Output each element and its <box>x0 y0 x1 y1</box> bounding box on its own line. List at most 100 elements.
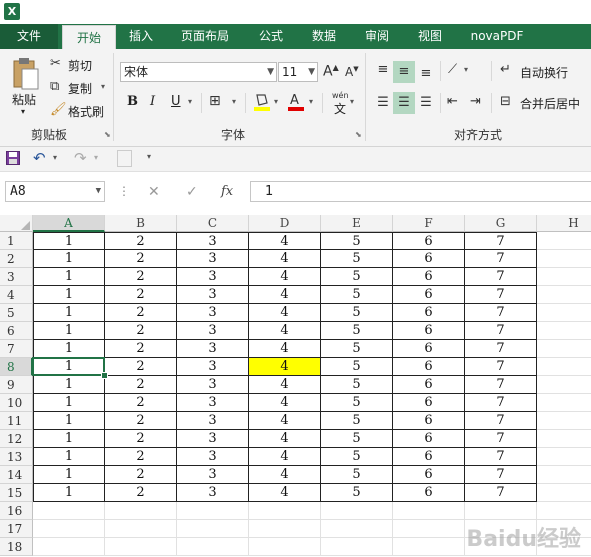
cell[interactable]: 6 <box>393 412 465 430</box>
cell[interactable] <box>321 502 393 520</box>
cell[interactable]: 3 <box>177 376 249 394</box>
cell[interactable]: 3 <box>177 448 249 466</box>
cell[interactable] <box>249 520 321 538</box>
cell[interactable]: 5 <box>321 412 393 430</box>
cell[interactable]: 2 <box>105 376 177 394</box>
align-right-icon[interactable]: ☰ <box>416 92 436 114</box>
row-header[interactable]: 7 <box>0 340 33 358</box>
cell[interactable] <box>249 502 321 520</box>
row-header[interactable]: 4 <box>0 286 33 304</box>
cell[interactable]: 5 <box>321 286 393 304</box>
chevron-down-icon[interactable]: ▼ <box>96 182 101 201</box>
cell[interactable] <box>537 466 591 484</box>
cell[interactable]: 7 <box>465 412 537 430</box>
cell[interactable] <box>393 520 465 538</box>
decrease-indent-icon[interactable]: ⇤ <box>447 94 458 109</box>
chevron-down-icon[interactable]: ▼ <box>308 63 315 81</box>
phonetic-label[interactable]: wén <box>332 91 349 100</box>
copy-dropdown-icon[interactable]: ▾ <box>101 82 105 91</box>
wrap-text-icon[interactable]: ↵ <box>500 62 511 77</box>
cell[interactable]: 1 <box>33 286 105 304</box>
cell[interactable] <box>33 520 105 538</box>
row-header[interactable]: 11 <box>0 412 33 430</box>
cell[interactable]: 6 <box>393 448 465 466</box>
tab-item[interactable]: 插入 <box>118 24 164 49</box>
merge-center-button[interactable]: 合并后居中 <box>520 95 580 112</box>
column-header[interactable]: C <box>177 215 249 232</box>
copy-button[interactable]: 复制 <box>68 80 92 97</box>
select-all-corner[interactable] <box>0 215 33 232</box>
cell[interactable]: 3 <box>177 394 249 412</box>
cell[interactable] <box>321 538 393 556</box>
cell[interactable] <box>177 520 249 538</box>
cell[interactable]: 6 <box>393 358 465 376</box>
align-top-icon[interactable]: ≡ <box>373 61 393 83</box>
cell[interactable]: 1 <box>33 394 105 412</box>
cell[interactable]: 3 <box>177 322 249 340</box>
cell[interactable] <box>33 502 105 520</box>
fill-color-dropdown-icon[interactable]: ▾ <box>274 97 278 106</box>
cell[interactable]: 2 <box>105 466 177 484</box>
tab-item[interactable]: 公式 <box>246 24 296 49</box>
cell[interactable]: 3 <box>177 304 249 322</box>
cell[interactable]: 3 <box>177 412 249 430</box>
cell[interactable]: 4 <box>249 232 321 250</box>
cell[interactable]: 7 <box>465 466 537 484</box>
cell[interactable]: 4 <box>249 376 321 394</box>
cell[interactable]: 7 <box>465 358 537 376</box>
column-header[interactable]: G <box>465 215 537 232</box>
cell[interactable]: 6 <box>393 322 465 340</box>
cell[interactable]: 5 <box>321 484 393 502</box>
row-header[interactable]: 5 <box>0 304 33 322</box>
cell[interactable]: 2 <box>105 268 177 286</box>
paste-icon[interactable] <box>10 57 40 91</box>
cell[interactable]: 6 <box>393 394 465 412</box>
cell[interactable] <box>249 538 321 556</box>
tab-item[interactable]: 视图 <box>404 24 456 49</box>
cell[interactable]: 3 <box>177 430 249 448</box>
cell[interactable]: 1 <box>33 430 105 448</box>
font-size-combo[interactable]: 11 ▼ <box>278 62 318 82</box>
tab-item[interactable]: 页面布局 <box>166 24 244 49</box>
cell[interactable]: 5 <box>321 430 393 448</box>
cell[interactable]: 3 <box>177 358 249 376</box>
bold-button[interactable]: B <box>127 94 138 109</box>
cell[interactable]: 2 <box>105 484 177 502</box>
column-header[interactable]: H <box>537 215 591 232</box>
cell[interactable] <box>537 304 591 322</box>
cell[interactable] <box>537 502 591 520</box>
row-header[interactable]: 18 <box>0 538 33 556</box>
row-header[interactable]: 2 <box>0 250 33 268</box>
row-header[interactable]: 3 <box>0 268 33 286</box>
row-header[interactable]: 15 <box>0 484 33 502</box>
increase-indent-icon[interactable]: ⇥ <box>470 94 481 109</box>
insert-function-icon[interactable]: fx <box>221 184 233 199</box>
undo-icon[interactable]: ↶ <box>33 149 46 167</box>
cell[interactable]: 5 <box>321 304 393 322</box>
save-icon[interactable] <box>6 151 20 165</box>
cell[interactable]: 7 <box>465 286 537 304</box>
cancel-icon[interactable]: ✕ <box>148 184 160 200</box>
border-icon[interactable]: ⊞ <box>209 93 221 109</box>
cell[interactable]: 6 <box>393 268 465 286</box>
cell[interactable]: 5 <box>321 376 393 394</box>
cell[interactable] <box>177 538 249 556</box>
cell[interactable]: 4 <box>249 466 321 484</box>
cell[interactable]: 6 <box>393 340 465 358</box>
italic-button[interactable]: I <box>150 94 155 109</box>
cell[interactable]: 6 <box>393 484 465 502</box>
merge-center-icon[interactable]: ⊟ <box>500 94 511 109</box>
column-header[interactable]: A <box>33 215 105 232</box>
cell[interactable] <box>465 502 537 520</box>
cell[interactable]: 7 <box>465 268 537 286</box>
cell[interactable]: 6 <box>393 376 465 394</box>
font-name-combo[interactable]: 宋体 ▼ <box>120 62 277 82</box>
cell[interactable] <box>33 538 105 556</box>
cell[interactable]: 5 <box>321 358 393 376</box>
cell[interactable]: 5 <box>321 340 393 358</box>
cell[interactable] <box>105 502 177 520</box>
cell[interactable]: 3 <box>177 466 249 484</box>
cell[interactable]: 6 <box>393 232 465 250</box>
cell[interactable]: 5 <box>321 322 393 340</box>
cell[interactable]: 4 <box>249 340 321 358</box>
